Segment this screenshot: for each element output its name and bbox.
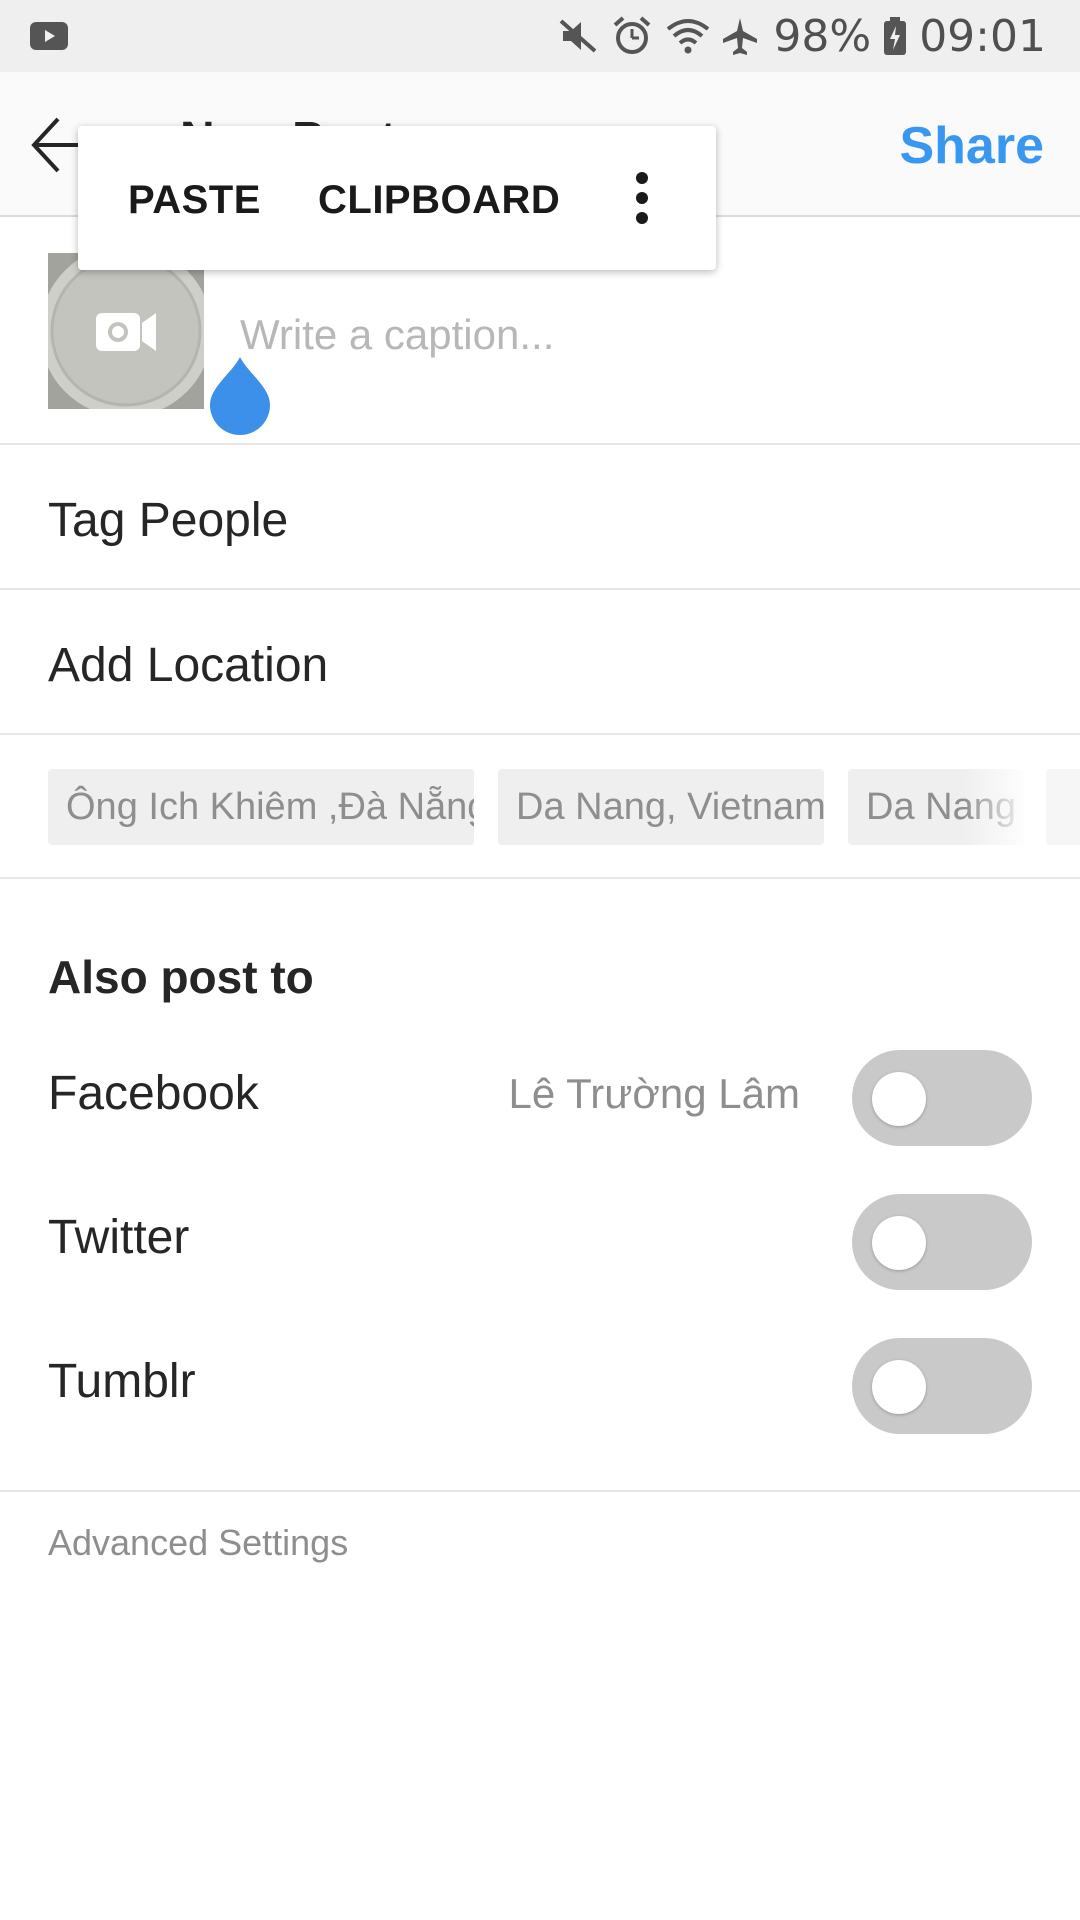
- clipboard-button[interactable]: CLIPBOARD: [318, 178, 560, 223]
- tumblr-share-row: Tumblr: [0, 1324, 1080, 1444]
- share-button[interactable]: Share: [899, 116, 1044, 176]
- text-selection-menu: PASTE CLIPBOARD: [78, 126, 716, 270]
- location-chip-label: Ông Ich Khiêm ,Đà Nẵng: [66, 785, 474, 828]
- location-chip[interactable]: Ông Ich Khiêm ,Đà Nẵng: [48, 769, 474, 845]
- twitter-share-row: Twitter: [0, 1180, 1080, 1300]
- paste-button[interactable]: PASTE: [128, 178, 261, 223]
- location-suggestions: Ông Ich Khiêm ,Đà Nẵng Da Nang, Vietnam …: [0, 735, 1080, 879]
- status-bar: 98% 09:01: [0, 0, 1080, 72]
- text-cursor-handle[interactable]: [208, 355, 272, 435]
- tag-people-row[interactable]: Tag People: [0, 445, 1080, 590]
- battery-percent: 98%: [773, 10, 872, 62]
- also-post-to-heading: Also post to: [48, 951, 314, 1003]
- clock: 09:01: [919, 10, 1046, 62]
- youtube-icon: [30, 22, 68, 50]
- toggle-knob: [872, 1360, 926, 1414]
- location-chip[interactable]: [1046, 769, 1080, 845]
- tag-people-label: Tag People: [48, 494, 289, 547]
- alarm-icon: [611, 15, 653, 57]
- more-options-icon[interactable]: [633, 170, 651, 226]
- media-thumbnail[interactable]: [48, 253, 204, 409]
- tumblr-label: Tumblr: [48, 1355, 196, 1408]
- facebook-label: Facebook: [48, 1067, 259, 1120]
- tumblr-toggle[interactable]: [852, 1338, 1032, 1434]
- battery-charging-icon: [883, 15, 907, 57]
- add-location-label: Add Location: [48, 639, 329, 692]
- add-location-row[interactable]: Add Location: [0, 590, 1080, 735]
- facebook-toggle[interactable]: [852, 1050, 1032, 1146]
- status-icons: 98% 09:01: [557, 0, 1046, 72]
- twitter-label: Twitter: [48, 1211, 190, 1264]
- caption-input[interactable]: [240, 305, 1020, 365]
- facebook-share-row: Facebook Lê Trường Lâm: [0, 1036, 1080, 1156]
- airplane-icon: [719, 15, 761, 57]
- twitter-toggle[interactable]: [852, 1194, 1032, 1290]
- wifi-icon: [665, 15, 710, 57]
- location-chip[interactable]: Da Nang, Vietnam: [498, 769, 824, 845]
- mute-icon: [557, 15, 599, 57]
- facebook-account-name: Lê Trường Lâm: [508, 1070, 800, 1117]
- location-chip[interactable]: Da Nang: [848, 769, 1024, 845]
- location-chip-label: Da Nang, Vietnam: [516, 785, 824, 828]
- advanced-settings-link[interactable]: Advanced Settings: [48, 1522, 348, 1564]
- section-divider: [0, 1490, 1080, 1492]
- toggle-knob: [872, 1216, 926, 1270]
- toggle-knob: [872, 1072, 926, 1126]
